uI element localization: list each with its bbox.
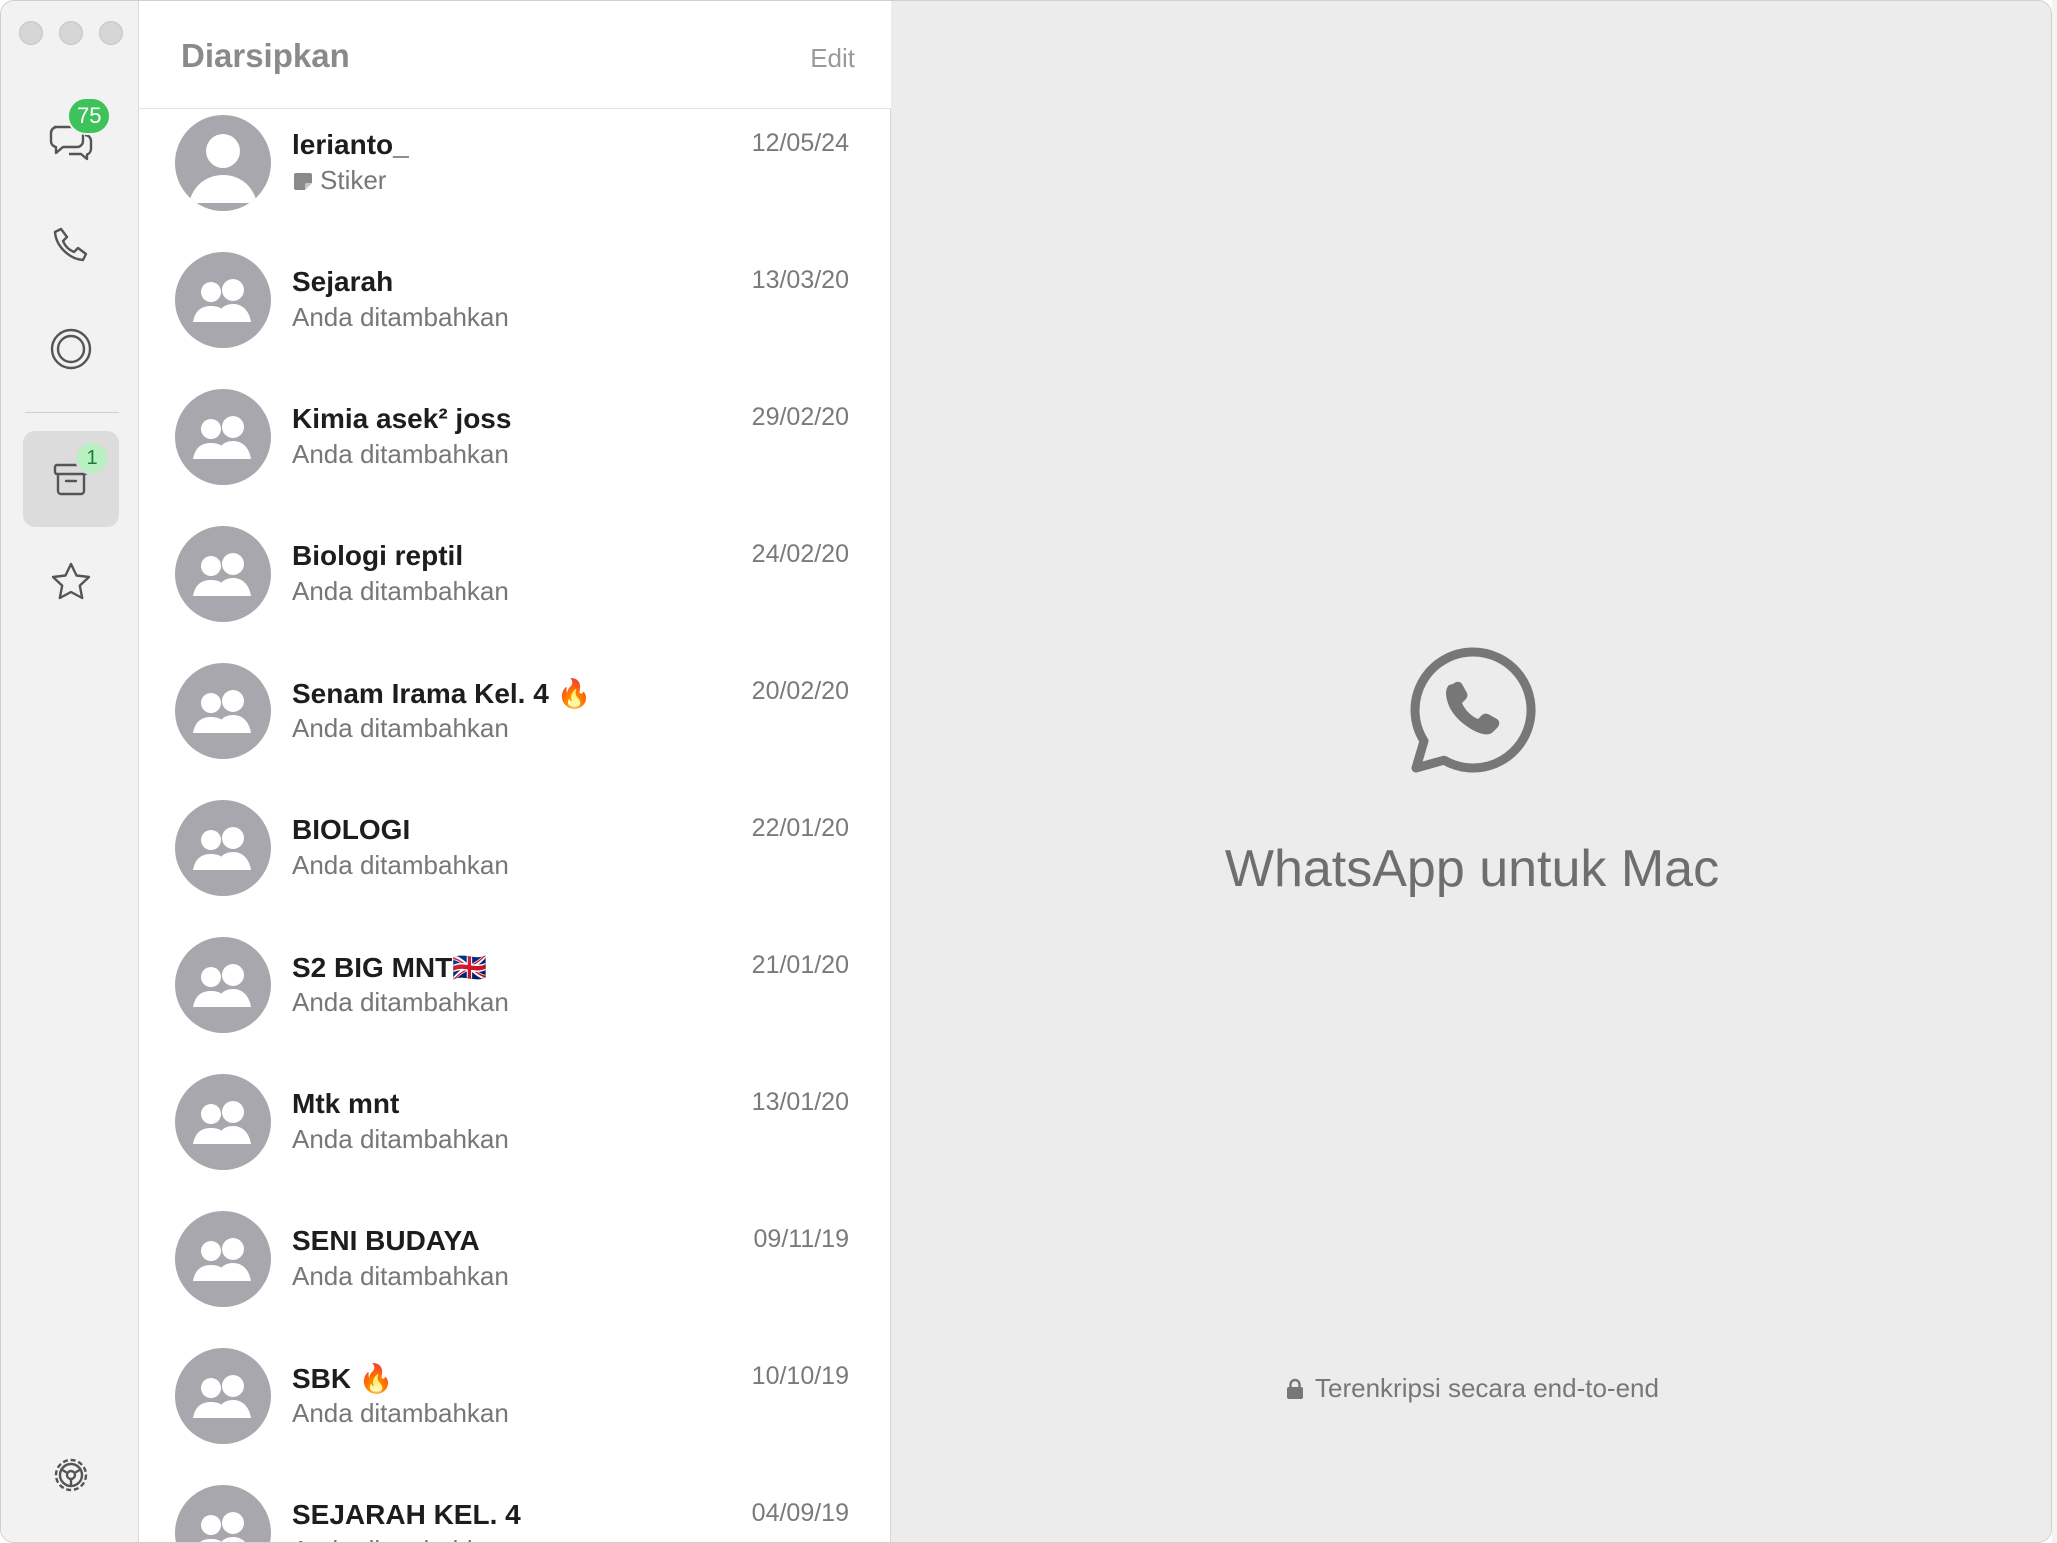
chat-date: 04/09/19 — [751, 1499, 849, 1527]
chat-last-message-text: Stiker — [320, 165, 387, 195]
chats-unread-badge: 75 — [67, 97, 112, 135]
chat-last-message: Anda ditambahkan — [292, 987, 509, 1018]
welcome-title: WhatsApp untuk Mac — [1224, 840, 1720, 898]
chat-row[interactable]: lerianto_ 12/05/24 Stiker — [139, 109, 891, 246]
chat-row[interactable]: Biologi reptil 24/02/20 Anda ditambahkan — [139, 520, 891, 657]
chat-name: SEJARAH KEL. 4 — [292, 1499, 521, 1530]
lock-icon — [1287, 1378, 1304, 1399]
group-avatar-icon — [175, 663, 271, 759]
status-icon — [50, 328, 92, 370]
chats-button[interactable]: 75 — [23, 93, 119, 189]
desktop-background — [2052, 0, 2057, 1543]
group-avatar-icon — [175, 937, 271, 1033]
chat-last-message: Stiker — [292, 165, 386, 196]
window-minimize-button[interactable] — [59, 21, 83, 45]
group-avatar-icon — [175, 800, 271, 896]
chat-name: Mtk mnt — [292, 1088, 400, 1119]
sticker-icon — [294, 172, 312, 190]
chat-last-message-text: Anda ditambahkan — [292, 713, 509, 743]
chat-last-message-text: Anda ditambahkan — [292, 1535, 509, 1542]
chat-last-message: Anda ditambahkan — [292, 439, 509, 470]
chat-name: Sejarah — [292, 266, 394, 297]
chat-date: 21/01/20 — [751, 951, 849, 979]
chat-row[interactable]: Sejarah 13/03/20 Anda ditambahkan — [139, 246, 891, 383]
contact-avatar-icon — [175, 115, 271, 211]
page-title: Diarsipkan — [181, 37, 350, 74]
group-avatar-icon — [175, 252, 271, 348]
chat-last-message-text: Anda ditambahkan — [292, 1398, 509, 1428]
group-avatar-icon — [175, 526, 271, 622]
group-avatar-icon — [175, 1485, 271, 1542]
chat-row[interactable]: SEJARAH KEL. 4 04/09/19 Anda ditambahkan — [139, 1479, 891, 1542]
group-avatar-icon — [175, 1074, 271, 1170]
chat-row[interactable]: Kimia asek² joss 29/02/20 Anda ditambahkan — [139, 383, 891, 520]
calls-button[interactable] — [23, 197, 119, 293]
chat-date: 10/10/19 — [751, 1362, 849, 1390]
chat-date: 22/01/20 — [751, 814, 849, 842]
edit-button[interactable]: Edit — [810, 43, 855, 74]
group-avatar-icon — [175, 1211, 271, 1307]
chat-date: 09/11/19 — [753, 1225, 849, 1253]
status-button[interactable] — [23, 301, 119, 397]
archived-chat-list-panel: Diarsipkan Edit lerianto_ 12/05/24 Stiker S… — [139, 1, 891, 1542]
chat-date: 24/02/20 — [751, 540, 849, 568]
starred-button[interactable] — [23, 534, 119, 630]
chat-name: S2 BIG MNT🇬🇧 — [292, 952, 488, 983]
chat-date: 13/03/20 — [751, 266, 849, 294]
whatsapp-logo-icon — [1410, 647, 1536, 773]
encryption-note: Terenkripsi secara end-to-end — [891, 1373, 2051, 1404]
chat-last-message: Anda ditambahkan — [292, 1535, 509, 1542]
chat-last-message: Anda ditambahkan — [292, 576, 509, 607]
chat-date: 12/05/24 — [751, 129, 849, 157]
chat-name: Biologi reptil — [292, 540, 464, 571]
chat-last-message: Anda ditambahkan — [292, 1124, 509, 1155]
chat-last-message-text: Anda ditambahkan — [292, 850, 509, 880]
chat-row[interactable]: SENI BUDAYA 09/11/19 Anda ditambahkan — [139, 1205, 891, 1342]
settings-button[interactable] — [23, 1427, 119, 1523]
calls-icon — [53, 227, 88, 262]
chat-last-message-text: Anda ditambahkan — [292, 1261, 509, 1291]
chat-last-message-text: Anda ditambahkan — [292, 302, 509, 332]
chat-name: SBK 🔥 — [292, 1363, 394, 1394]
chat-name: Kimia asek² joss — [292, 403, 512, 434]
group-avatar-icon — [175, 389, 271, 485]
chat-last-message: Anda ditambahkan — [292, 1261, 509, 1292]
window-close-button[interactable] — [19, 21, 43, 45]
chat-name: lerianto_ — [292, 129, 409, 160]
group-avatar-icon — [175, 1348, 271, 1444]
chat-date: 13/01/20 — [751, 1088, 849, 1116]
chat-name: BIOLOGI — [292, 814, 411, 845]
chat-row[interactable]: BIOLOGI 22/01/20 Anda ditambahkan — [139, 794, 891, 931]
chat-last-message-text: Anda ditambahkan — [292, 439, 509, 469]
chat-list: lerianto_ 12/05/24 Stiker Sejarah 13/03/20 An… — [139, 109, 891, 1542]
chat-last-message-text: Anda ditambahkan — [292, 987, 509, 1017]
list-header: Diarsipkan Edit — [139, 1, 891, 109]
starred-icon — [51, 562, 91, 600]
chat-last-message-text: Anda ditambahkan — [292, 576, 509, 606]
chat-date: 29/02/20 — [751, 403, 849, 431]
chat-row[interactable]: S2 BIG MNT🇬🇧 21/01/20 Anda ditambahkan — [139, 931, 891, 1068]
chat-row[interactable]: Mtk mnt 13/01/20 Anda ditambahkan — [139, 1068, 891, 1205]
archived-unread-badge: 1 — [75, 441, 109, 475]
settings-icon — [54, 1458, 88, 1492]
chat-date: 20/02/20 — [751, 677, 849, 705]
chat-last-message: Anda ditambahkan — [292, 1398, 509, 1429]
archived-button[interactable]: 1 — [23, 431, 119, 527]
chat-name: SENI BUDAYA — [292, 1225, 480, 1256]
chat-last-message-text: Anda ditambahkan — [292, 1124, 509, 1154]
app-window: 75 1 Diarsipkan Edit lerianto_ 12/05/24 … — [0, 0, 2052, 1543]
chat-last-message: Anda ditambahkan — [292, 713, 509, 744]
encryption-note-text: Terenkripsi secara end-to-end — [1315, 1373, 1659, 1403]
main-pane: WhatsApp untuk Mac Terenkripsi secara en… — [891, 1, 2051, 1542]
window-zoom-button[interactable] — [99, 21, 123, 45]
chat-last-message: Anda ditambahkan — [292, 850, 509, 881]
rail-divider — [25, 412, 119, 413]
chat-row[interactable]: SBK 🔥 10/10/19 Anda ditambahkan — [139, 1342, 891, 1479]
nav-rail: 75 1 — [1, 1, 139, 1542]
chat-last-message: Anda ditambahkan — [292, 302, 509, 333]
chat-name: Senam Irama Kel. 4 🔥 — [292, 678, 592, 709]
chat-row[interactable]: Senam Irama Kel. 4 🔥 20/02/20 Anda ditamba… — [139, 657, 891, 794]
